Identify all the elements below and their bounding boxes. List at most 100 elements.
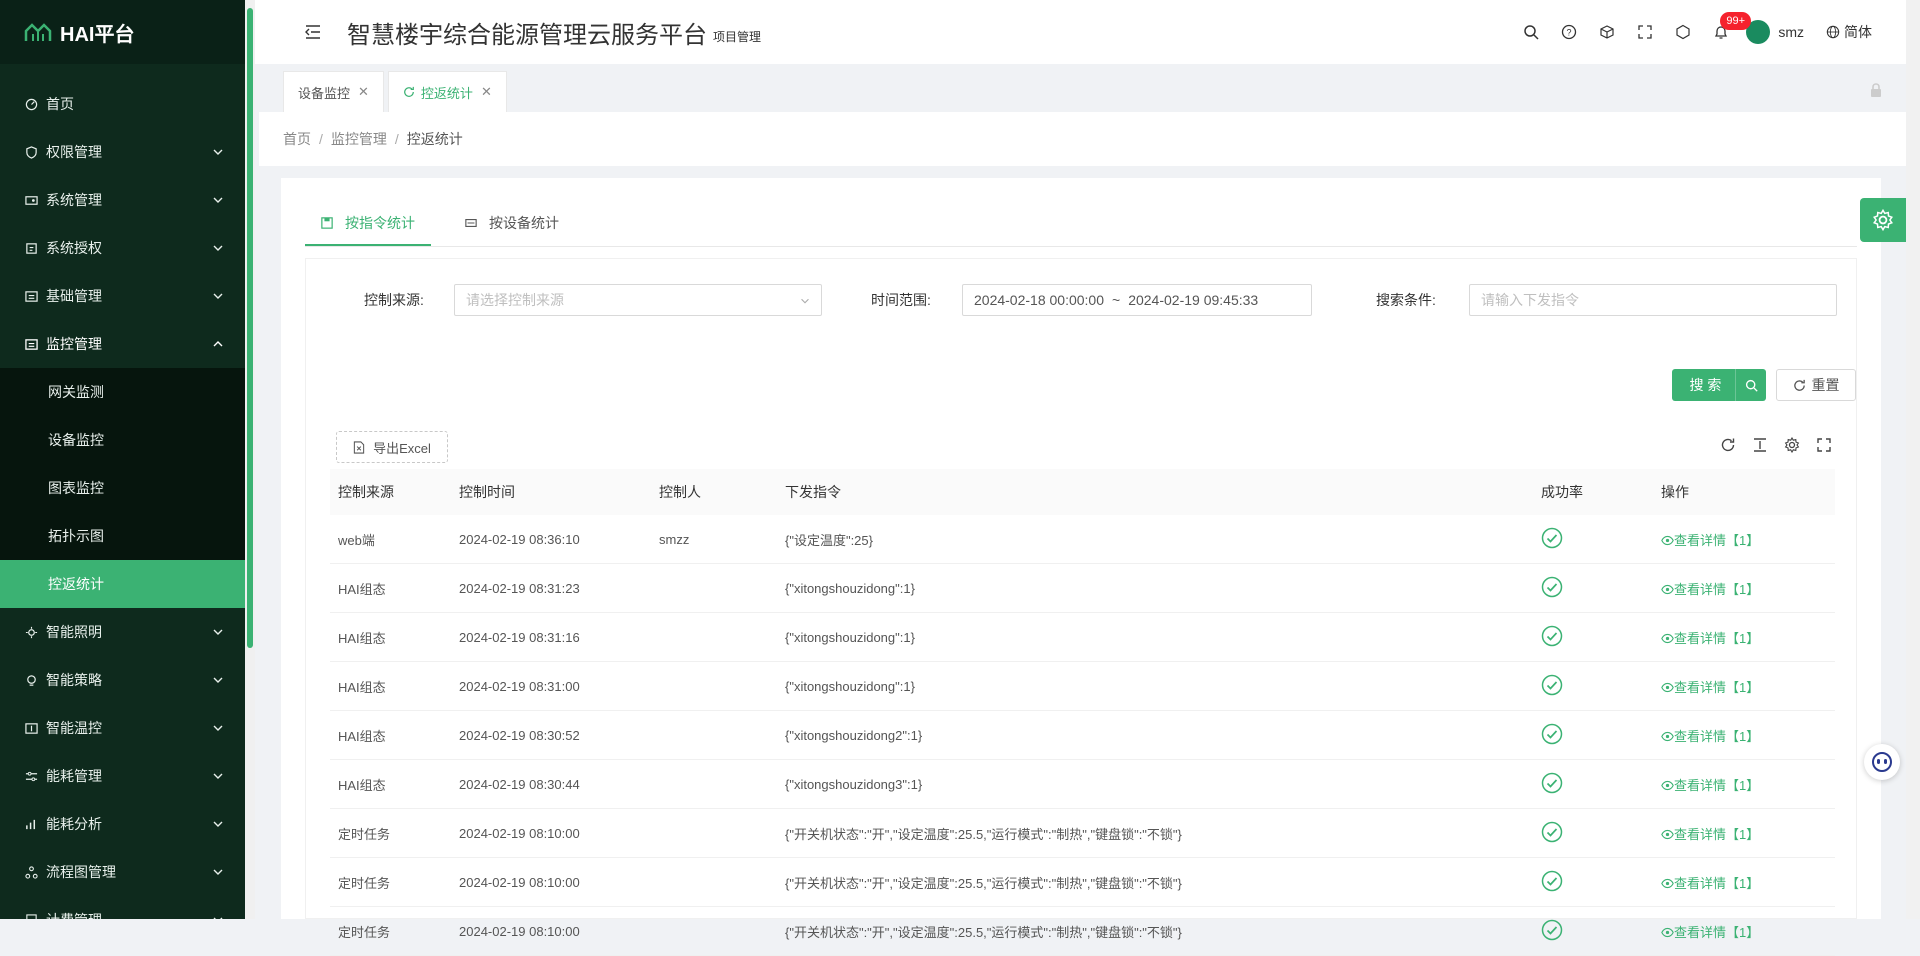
- submenu-monitor: 网关监测 设备监控 图表监控 拓扑示图 控返统计: [0, 368, 245, 608]
- main: 智慧楼宇综合能源管理云服务平台 项目管理 ? 99+ smz 简体 设备监控 ✕ …: [255, 0, 1920, 956]
- close-icon[interactable]: ✕: [481, 84, 492, 100]
- settings-drawer-button[interactable]: [1860, 198, 1906, 242]
- date-start: 2024-02-18 00:00:00: [974, 292, 1104, 308]
- column-header[interactable]: 操作: [1653, 469, 1835, 515]
- source-placeholder: 请选择控制来源: [466, 292, 564, 308]
- chevron-down-icon: [213, 917, 223, 919]
- menu-fold-icon[interactable]: [303, 22, 323, 42]
- sidebar-subitem-chart[interactable]: 图表监控: [0, 464, 245, 512]
- search-button[interactable]: 搜 索: [1672, 369, 1766, 401]
- fullscreen-icon[interactable]: [1626, 0, 1664, 64]
- sidebar-item-authorization[interactable]: 系统授权: [0, 224, 245, 272]
- sidebar-item-system[interactable]: 系统管理: [0, 176, 245, 224]
- user-name: smz: [1778, 24, 1804, 40]
- language-switch[interactable]: 简体: [1826, 22, 1872, 42]
- cell-command: {"xitongshouzidong":1}: [777, 661, 1533, 711]
- table-row: HAI组态 2024-02-19 08:30:52 {"xitongshouzido…: [330, 710, 1835, 760]
- cell-operator: [651, 857, 777, 907]
- sidebar-item-label: 网关监测: [48, 384, 104, 400]
- sidebar-item-label: 智能温控: [46, 720, 102, 736]
- sidebar-item-label: 能耗分析: [46, 816, 102, 832]
- page-scrollbar[interactable]: [1906, 0, 1920, 919]
- sidebar-item-analysis[interactable]: 能耗分析: [0, 800, 245, 848]
- fullscreen-icon[interactable]: [1814, 435, 1834, 455]
- close-icon[interactable]: ✕: [358, 84, 369, 100]
- sliders-icon: [24, 769, 38, 783]
- sidebar-item-basic[interactable]: 基础管理: [0, 272, 245, 320]
- filter-source-wrap: 请选择控制来源: [454, 283, 822, 317]
- column-header[interactable]: 控制来源: [330, 469, 451, 515]
- tab-device-monitor[interactable]: 设备监控 ✕: [283, 71, 384, 112]
- chevron-down-icon: [801, 298, 809, 304]
- cell-operator: [651, 759, 777, 809]
- view-detail-link[interactable]: 查看详情【1】: [1653, 563, 1835, 613]
- sidebar-subitem-control-stats[interactable]: 控返统计: [0, 560, 245, 608]
- column-header[interactable]: 下发指令: [777, 469, 1533, 515]
- chevron-down-icon: [213, 821, 223, 827]
- sidebar-item-energy[interactable]: 能耗管理: [0, 752, 245, 800]
- auth-icon: [24, 241, 38, 255]
- logo[interactable]: HAI平台: [0, 0, 245, 64]
- column-header[interactable]: 控制人: [651, 469, 777, 515]
- column-header[interactable]: 成功率: [1533, 469, 1653, 515]
- lock-icon[interactable]: [1868, 82, 1884, 98]
- setting-icon[interactable]: [1782, 435, 1802, 455]
- chevron-down-icon: [213, 869, 223, 875]
- column-header[interactable]: 控制时间: [451, 469, 651, 515]
- assistant-bot-button[interactable]: [1864, 744, 1900, 780]
- table-row: HAI组态 2024-02-19 08:31:00 {"xitongshouzido…: [330, 661, 1835, 711]
- sidebar-item-flowchart[interactable]: 流程图管理: [0, 848, 245, 896]
- tab-by-device[interactable]: 按设备统计: [449, 202, 575, 244]
- sidebar-item-billing[interactable]: 计费管理: [0, 896, 245, 919]
- tab-by-command[interactable]: 按指令统计: [305, 202, 431, 246]
- table-row: 定时任务 2024-02-19 08:10:00 {"开关机状态":"开","设定温…: [330, 808, 1835, 858]
- export-excel-button[interactable]: 导出Excel: [336, 431, 448, 463]
- column-height-icon[interactable]: [1750, 435, 1770, 455]
- view-detail-link[interactable]: 查看详情【1】: [1653, 710, 1835, 760]
- command-search-input[interactable]: 请输入下发指令: [1469, 284, 1837, 316]
- tab-control-stats[interactable]: 控返统计 ✕: [387, 71, 507, 112]
- sidebar-item-temperature[interactable]: 智能温控: [0, 704, 245, 752]
- logo-icon: [24, 23, 52, 41]
- sidebar-subitem-gateway[interactable]: 网关监测: [0, 368, 245, 416]
- breadcrumb-item[interactable]: 首页: [283, 129, 311, 149]
- filter-label: 搜索条件:: [1376, 292, 1436, 308]
- bell-icon[interactable]: 99+: [1702, 0, 1751, 64]
- view-detail-link[interactable]: 查看详情【1】: [1653, 857, 1835, 907]
- view-detail-link[interactable]: 查看详情【1】: [1653, 612, 1835, 662]
- source-select[interactable]: 请选择控制来源: [454, 284, 822, 316]
- view-detail-link[interactable]: 查看详情【1】: [1653, 906, 1835, 956]
- sidebar-item-home[interactable]: 首页: [0, 80, 245, 128]
- view-detail-link[interactable]: 查看详情【1】: [1653, 661, 1835, 711]
- sidebar-item-label: 基础管理: [46, 288, 102, 304]
- export-label: 导出Excel: [373, 440, 431, 456]
- reload-icon[interactable]: [1718, 435, 1738, 455]
- help-icon[interactable]: ?: [1550, 0, 1588, 64]
- breadcrumb-item[interactable]: 监控管理: [331, 129, 387, 149]
- sidebar-item-permission[interactable]: 权限管理: [0, 128, 245, 176]
- scrollbar-thumb[interactable]: [247, 8, 253, 648]
- view-detail-link[interactable]: 查看详情【1】: [1653, 515, 1835, 564]
- cell-operator: [651, 906, 777, 956]
- sidebar-item-label: 首页: [46, 96, 74, 112]
- table-tools: [1718, 435, 1834, 455]
- view-detail-link[interactable]: 查看详情【1】: [1653, 808, 1835, 858]
- view-detail-link[interactable]: 查看详情【1】: [1653, 759, 1835, 809]
- eye-icon: [1661, 535, 1674, 545]
- sidebar-scrollbar[interactable]: [245, 0, 255, 919]
- sidebar-item-label: 流程图管理: [46, 864, 116, 880]
- breadcrumb-item: 控返统计: [406, 131, 463, 147]
- user-menu[interactable]: smz: [1746, 20, 1804, 44]
- page-subtitle: 项目管理: [713, 29, 762, 44]
- sidebar-item-lighting[interactable]: 智能照明: [0, 608, 245, 656]
- view-detail-label: 查看详情【1】: [1674, 826, 1760, 842]
- reset-button[interactable]: 重置: [1776, 369, 1856, 401]
- cube-icon[interactable]: [1588, 0, 1626, 64]
- date-range-picker[interactable]: 2024-02-18 00:00:00 ~ 2024-02-19 09:45:3…: [962, 284, 1312, 316]
- sidebar-item-strategy[interactable]: 智能策略: [0, 656, 245, 704]
- hexagon-icon[interactable]: [1664, 0, 1702, 64]
- sidebar-subitem-device[interactable]: 设备监控: [0, 416, 245, 464]
- sidebar-subitem-topology[interactable]: 拓扑示图: [0, 512, 245, 560]
- search-icon[interactable]: [1512, 0, 1550, 64]
- sidebar-item-monitor[interactable]: 监控管理: [0, 320, 245, 368]
